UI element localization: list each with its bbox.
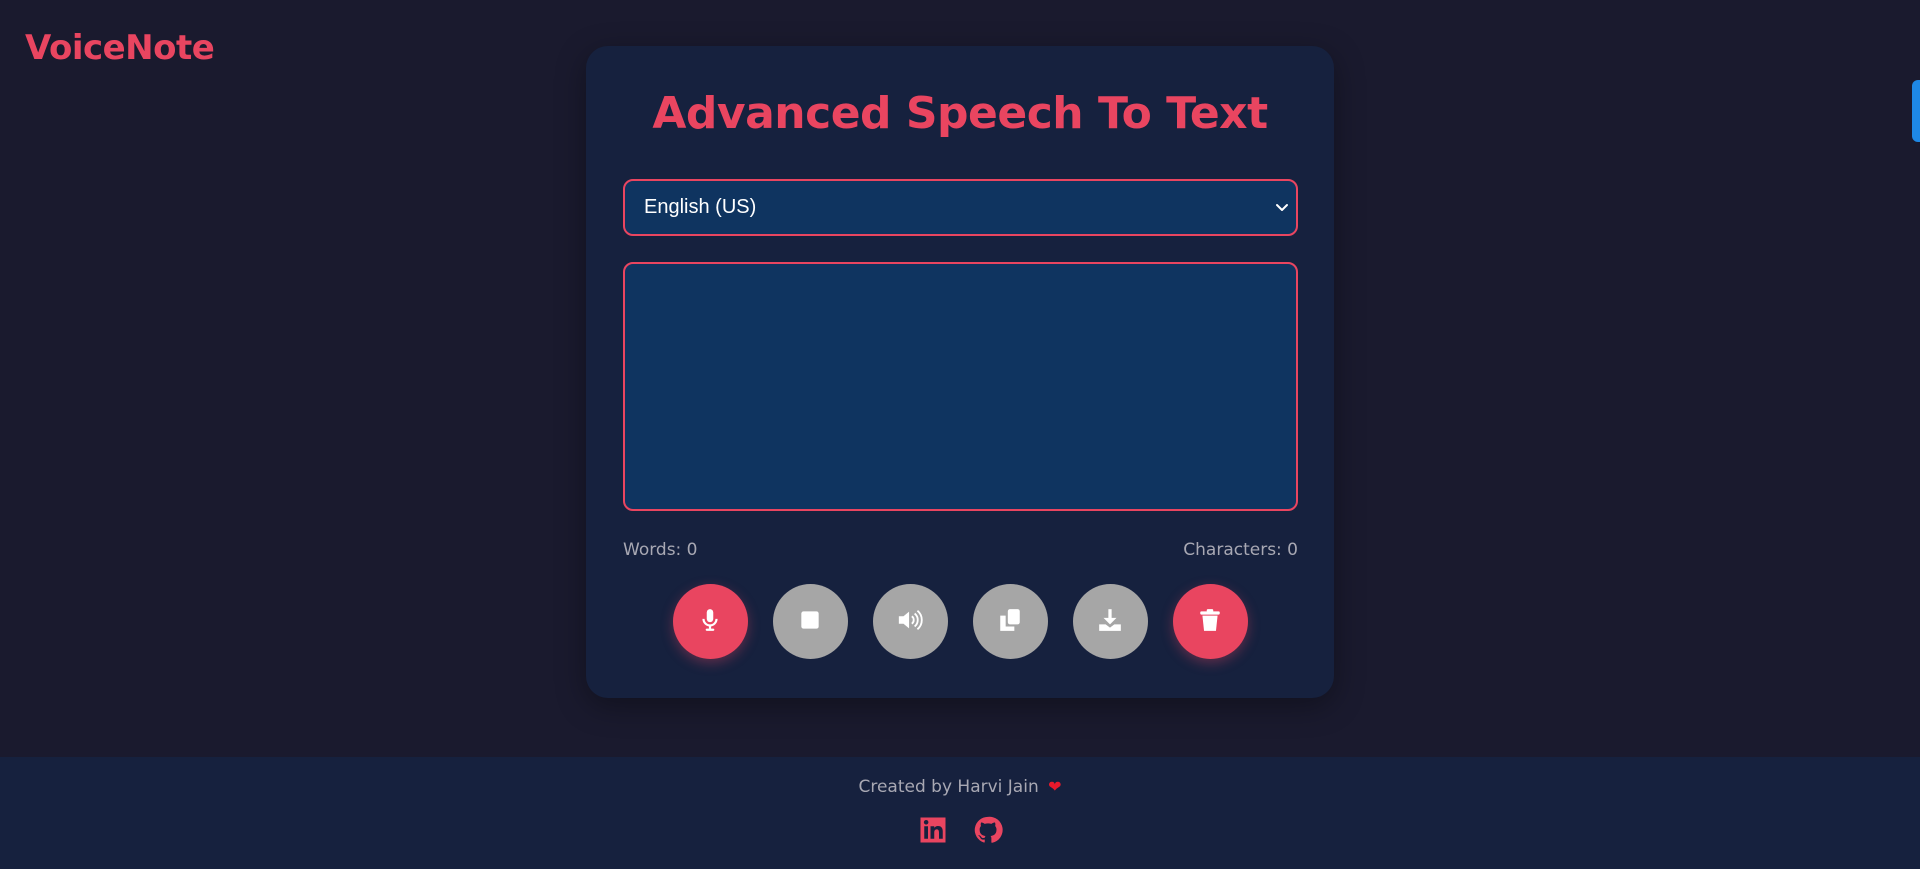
speech-card: Advanced Speech To Text English (US) Wor… — [586, 46, 1334, 698]
github-link[interactable] — [973, 815, 1003, 845]
transcript-textarea[interactable] — [623, 262, 1298, 511]
page-title: Advanced Speech To Text — [652, 88, 1268, 139]
side-panel-tab[interactable] — [1912, 80, 1920, 142]
footer-credit-text: Created by Harvi Jain — [858, 777, 1039, 797]
download-button[interactable] — [1072, 584, 1148, 659]
linkedin-icon — [918, 817, 948, 849]
speak-button[interactable] — [872, 584, 948, 659]
social-links — [0, 815, 1920, 845]
stop-icon — [797, 607, 823, 636]
copy-icon — [997, 607, 1023, 636]
clear-button[interactable] — [1172, 584, 1248, 659]
app-logo[interactable]: VoiceNote — [25, 28, 215, 68]
word-count: Words: 0 — [623, 540, 698, 560]
start-recording-button[interactable] — [672, 584, 748, 659]
language-select[interactable]: English (US) — [623, 179, 1298, 236]
stop-button[interactable] — [772, 584, 848, 659]
language-select-value: English (US) — [644, 196, 757, 218]
speaker-icon — [897, 607, 923, 636]
chevron-down-icon — [1274, 197, 1290, 217]
download-icon — [1097, 607, 1123, 636]
github-icon — [973, 816, 1003, 849]
trash-icon — [1197, 607, 1223, 636]
character-count: Characters: 0 — [1183, 540, 1298, 560]
microphone-icon — [697, 607, 723, 636]
control-buttons — [586, 584, 1334, 659]
page-footer: Created by Harvi Jain ❤ — [0, 757, 1920, 869]
footer-credit: Created by Harvi Jain ❤ — [0, 777, 1920, 797]
linkedin-link[interactable] — [918, 815, 948, 845]
heart-icon: ❤ — [1048, 777, 1062, 796]
copy-button[interactable] — [972, 584, 1048, 659]
